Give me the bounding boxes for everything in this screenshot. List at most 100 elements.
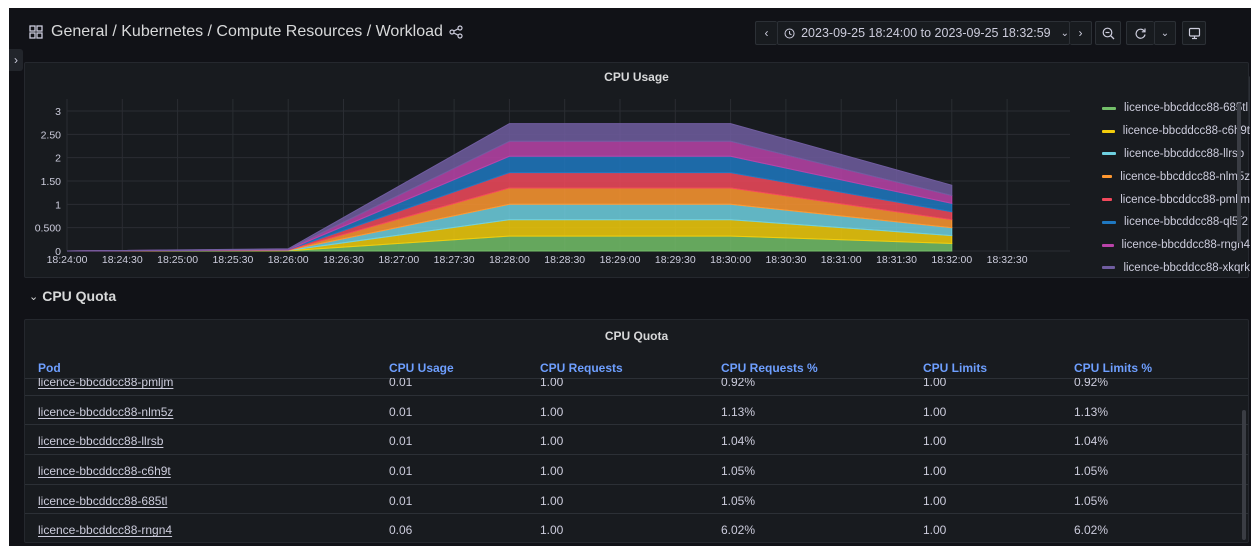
legend-item[interactable]: licence-bbcddcc88-pmljm (1090, 188, 1250, 211)
legend-label: licence-bbcddcc88-xkqrk (1123, 261, 1250, 274)
cell-cpu-requests: 1.00 (540, 493, 564, 508)
row-header-cpu-quota[interactable]: ⌄ CPU Quota (29, 288, 116, 304)
legend-label: licence-bbcddcc88-ql5f2 (1124, 216, 1249, 229)
x-tick-label: 18:30:00 (710, 254, 751, 266)
y-tick-label: 2 (55, 153, 61, 165)
dashboard-grid-icon (29, 25, 43, 39)
legend-item[interactable]: licence-bbcddcc88-llrsb (1090, 143, 1250, 166)
cell-cpu-usage: 0.01 (389, 464, 413, 479)
cpu-quota-panel: CPU Quota Pod CPU Usage CPU Requests CPU Re… (24, 319, 1249, 543)
legend-scrollbar[interactable] (1237, 103, 1241, 243)
table-row: licence-bbcddcc88-c6h9t 0.01 1.00 1.05% 1.00… (25, 455, 1248, 485)
panel-title[interactable]: CPU Quota (25, 329, 1248, 343)
cell-cpu-requests-pct: 1.05% (721, 464, 756, 479)
x-tick-label: 18:29:30 (655, 254, 696, 266)
legend-swatch (1102, 152, 1116, 156)
column-header-cpu-limits[interactable]: CPU Limits (923, 361, 987, 375)
cell-cpu-limits-pct: 6.02% (1074, 523, 1109, 538)
cell-cpu-limits-pct: 1.05% (1074, 493, 1109, 508)
legend-swatch (1102, 266, 1116, 270)
zoom-out-button[interactable] (1095, 21, 1121, 45)
cell-cpu-limits: 1.00 (923, 493, 947, 508)
time-range-label: 2023-09-25 18:24:00 to 2023-09-25 18:32:… (801, 26, 1051, 40)
x-tick-label: 18:27:00 (378, 254, 419, 266)
legend-swatch (1102, 106, 1116, 110)
cpu-usage-chart[interactable]: 00.50011.5022.50318:24:00 18:24:30 18:25:0… (25, 63, 1085, 279)
legend-label: licence-bbcddcc88-685tl (1124, 102, 1249, 115)
cpu-usage-panel: CPU Usage 0 0.500 1 1.50 2 2.50 3 18:24:00 18:24… (24, 62, 1250, 279)
pod-link[interactable]: licence-bbcddcc88-pmljm (38, 378, 173, 389)
time-range-picker[interactable]: 2023-09-25 18:24:00 to 2023-09-25 18:32:… (777, 21, 1070, 45)
column-header-pod[interactable]: Pod (38, 361, 61, 375)
table-body: licence-bbcddcc88-pmljm 0.01 1.00 0.92% 1.00… (25, 378, 1248, 542)
chevron-right-icon: › (1078, 26, 1083, 40)
cell-cpu-requests-pct: 0.92% (721, 378, 756, 389)
refresh-interval-dropdown[interactable]: ⌄ (1154, 21, 1176, 45)
chart-legend: licence-bbcddcc88-685tl licence-bbcddcc88… (1090, 97, 1250, 279)
cell-cpu-limits-pct: 0.92% (1074, 378, 1109, 389)
breadcrumb-text[interactable]: General / Kubernetes / Compute Resources… (51, 23, 443, 41)
cell-cpu-usage: 0.01 (389, 434, 413, 449)
table-scrollbar[interactable] (1242, 410, 1246, 540)
x-tick-label: 18:27:30 (434, 254, 475, 266)
cell-cpu-requests: 1.00 (540, 523, 564, 538)
table-header: Pod CPU Usage CPU Requests CPU Requests % CP… (25, 358, 1248, 379)
legend-item[interactable]: licence-bbcddcc88-rngn4 (1090, 234, 1250, 257)
table-row: licence-bbcddcc88-685tl 0.01 1.00 1.05% 1.00… (25, 485, 1248, 515)
legend-item[interactable]: licence-bbcddcc88-685tl (1090, 97, 1250, 120)
time-shift-back-button[interactable]: ‹ (755, 21, 777, 45)
x-tick-label: 18:28:30 (544, 254, 585, 266)
legend-item[interactable]: licence-bbcddcc88-nlm5z (1090, 165, 1250, 188)
legend-label: licence-bbcddcc88-pmljm (1120, 193, 1250, 206)
cell-cpu-requests-pct: 1.05% (721, 493, 756, 508)
x-tick-label: 18:26:00 (268, 254, 309, 266)
pod-link[interactable]: licence-bbcddcc88-rngn4 (38, 523, 172, 537)
cell-cpu-limits: 1.00 (923, 404, 947, 419)
cell-cpu-requests: 1.00 (540, 464, 564, 479)
pod-link[interactable]: licence-bbcddcc88-685tl (38, 494, 167, 508)
legend-swatch (1102, 220, 1116, 224)
x-tick-label: 18:29:00 (600, 254, 641, 266)
cell-cpu-usage: 0.01 (389, 493, 413, 508)
cell-cpu-limits-pct: 1.05% (1074, 464, 1109, 479)
x-tick-label: 18:32:30 (987, 254, 1028, 266)
time-shift-forward-button[interactable]: › (1070, 21, 1092, 45)
pod-link[interactable]: licence-bbcddcc88-nlm5z (38, 405, 173, 419)
refresh-button[interactable] (1126, 21, 1154, 45)
top-navigation: General / Kubernetes / Compute Resources… (9, 8, 1251, 58)
x-tick-label: 18:24:30 (102, 254, 143, 266)
chevron-left-icon: ‹ (764, 26, 769, 40)
cell-cpu-requests: 1.00 (540, 434, 564, 449)
legend-swatch (1102, 243, 1114, 247)
clock-icon (784, 27, 795, 39)
legend-item[interactable]: licence-bbcddcc88-xkqrk (1090, 257, 1250, 280)
column-header-cpu-limits-pct[interactable]: CPU Limits % (1074, 361, 1152, 375)
cell-cpu-limits: 1.00 (923, 523, 947, 538)
tv-mode-button[interactable] (1182, 21, 1206, 45)
legend-swatch (1102, 175, 1113, 179)
cell-cpu-limits: 1.00 (923, 378, 947, 389)
table-row: licence-bbcddcc88-llrsb 0.01 1.00 1.04% 1.00… (25, 425, 1248, 456)
column-header-cpu-requests[interactable]: CPU Requests (540, 361, 623, 375)
x-tick-label: 18:26:30 (323, 254, 364, 266)
column-header-cpu-requests-pct[interactable]: CPU Requests % (721, 361, 818, 375)
chevron-down-icon: ⌄ (29, 290, 39, 303)
cell-cpu-limits-pct: 1.13% (1074, 404, 1109, 419)
column-header-cpu-usage[interactable]: CPU Usage (389, 361, 454, 375)
legend-item[interactable]: licence-bbcddcc88-c6h9t (1090, 120, 1250, 143)
y-tick-label: 2.50 (41, 129, 62, 141)
legend-label: licence-bbcddcc88-llrsb (1124, 147, 1245, 160)
pod-link[interactable]: licence-bbcddcc88-c6h9t (38, 464, 171, 478)
x-tick-label: 18:25:30 (212, 254, 253, 266)
x-tick-label: 18:31:30 (876, 254, 917, 266)
cell-cpu-requests: 1.00 (540, 378, 564, 389)
legend-item[interactable]: licence-bbcddcc88-ql5f2 (1090, 211, 1250, 234)
x-tick-label: 18:31:00 (821, 254, 862, 266)
share-icon[interactable] (449, 25, 463, 39)
pod-link[interactable]: licence-bbcddcc88-llrsb (38, 434, 163, 448)
chevron-down-icon: ⌄ (1060, 27, 1069, 39)
refresh-icon (1135, 28, 1146, 39)
y-tick-label: 1.50 (41, 176, 62, 188)
row-title: CPU Quota (42, 288, 117, 304)
x-tick-label: 18:30:30 (765, 254, 806, 266)
